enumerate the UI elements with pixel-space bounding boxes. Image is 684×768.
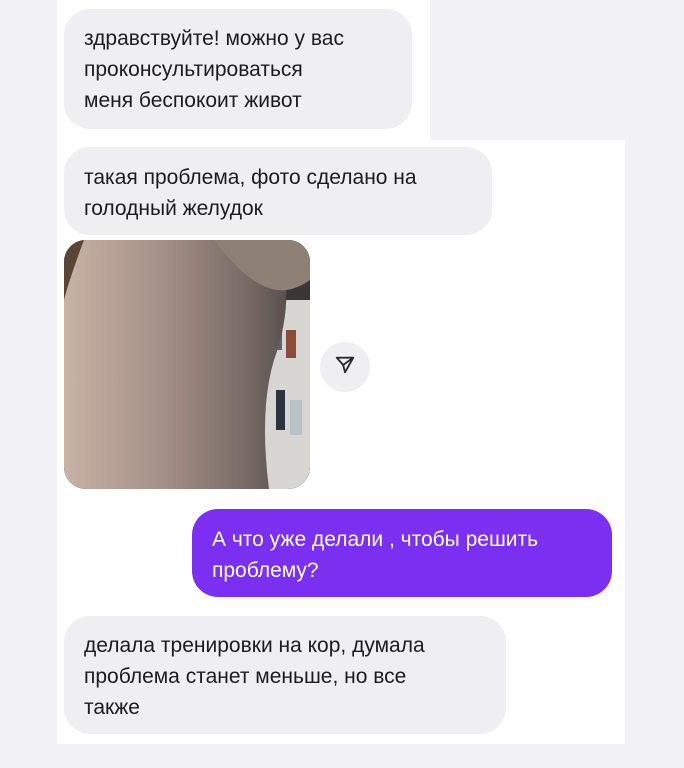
message-text-line: проблема станет меньше, но все [84,665,407,688]
message-text-line: делала тренировки на кор, думала [84,634,425,657]
message-text-line: проконсультироваться [84,58,303,81]
incoming-message-bubble[interactable]: такая проблема, фото сделано на голодный… [64,147,492,235]
send-arrow-icon [334,354,356,381]
message-text-line: здравствуйте! можно у вас [84,27,344,50]
share-button[interactable] [320,342,370,392]
outgoing-message-bubble[interactable]: А что уже делали , чтобы решить проблему… [192,509,612,597]
message-text-line: А что уже делали , чтобы решить [212,528,539,551]
photo-attachment[interactable] [64,240,310,489]
message-text-line: также [84,696,140,719]
message-text-line: такая проблема, фото сделано на [84,166,417,189]
incoming-message-bubble[interactable]: здравствуйте! можно у вас проконсультиро… [64,9,412,129]
message-text-line: голодный желудок [84,197,263,220]
incoming-message-bubble[interactable]: делала тренировки на кор, думала проблем… [64,616,506,734]
photo-image [64,240,310,489]
message-text-line: проблему? [212,559,319,582]
message-text-line: меня беспокоит живот [84,89,302,112]
